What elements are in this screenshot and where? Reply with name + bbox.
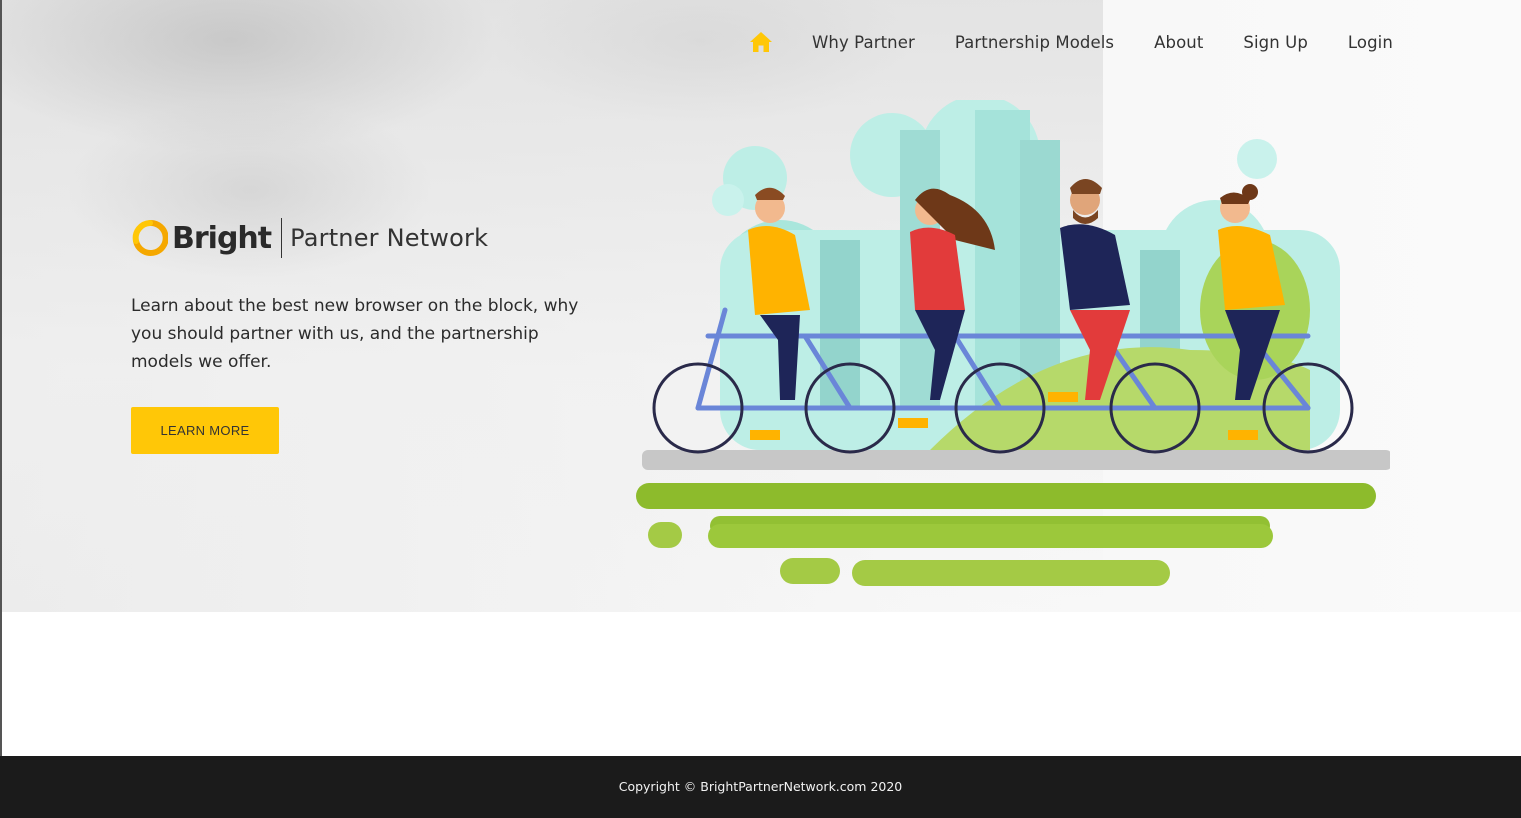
top-navigation: Why Partner Partnership Models About Sig… [748,30,1393,54]
nav-sign-up[interactable]: Sign Up [1243,33,1307,52]
nav-why-partner[interactable]: Why Partner [812,33,915,52]
home-icon[interactable] [748,30,774,54]
learn-more-button[interactable]: LEARN MORE [131,407,279,454]
bright-logo-icon [132,219,169,257]
nav-about[interactable]: About [1154,33,1203,52]
hero-description: Learn about the best new browser on the … [131,296,579,372]
page-footer: Copyright © BrightPartnerNetwork.com 202… [0,756,1521,818]
brand-divider [281,218,283,258]
nav-login[interactable]: Login [1348,33,1393,52]
nav-partnership-models[interactable]: Partnership Models [955,33,1114,52]
brand-logo: Bright Partner Network [132,218,488,258]
brand-name: Bright [172,220,272,256]
copyright-text: Copyright © BrightPartnerNetwork.com 202… [618,779,903,794]
brand-tagline: Partner Network [290,224,489,252]
page-left-border [0,0,2,756]
people-riding-tandem-bicycle-illustration [636,100,1390,586]
